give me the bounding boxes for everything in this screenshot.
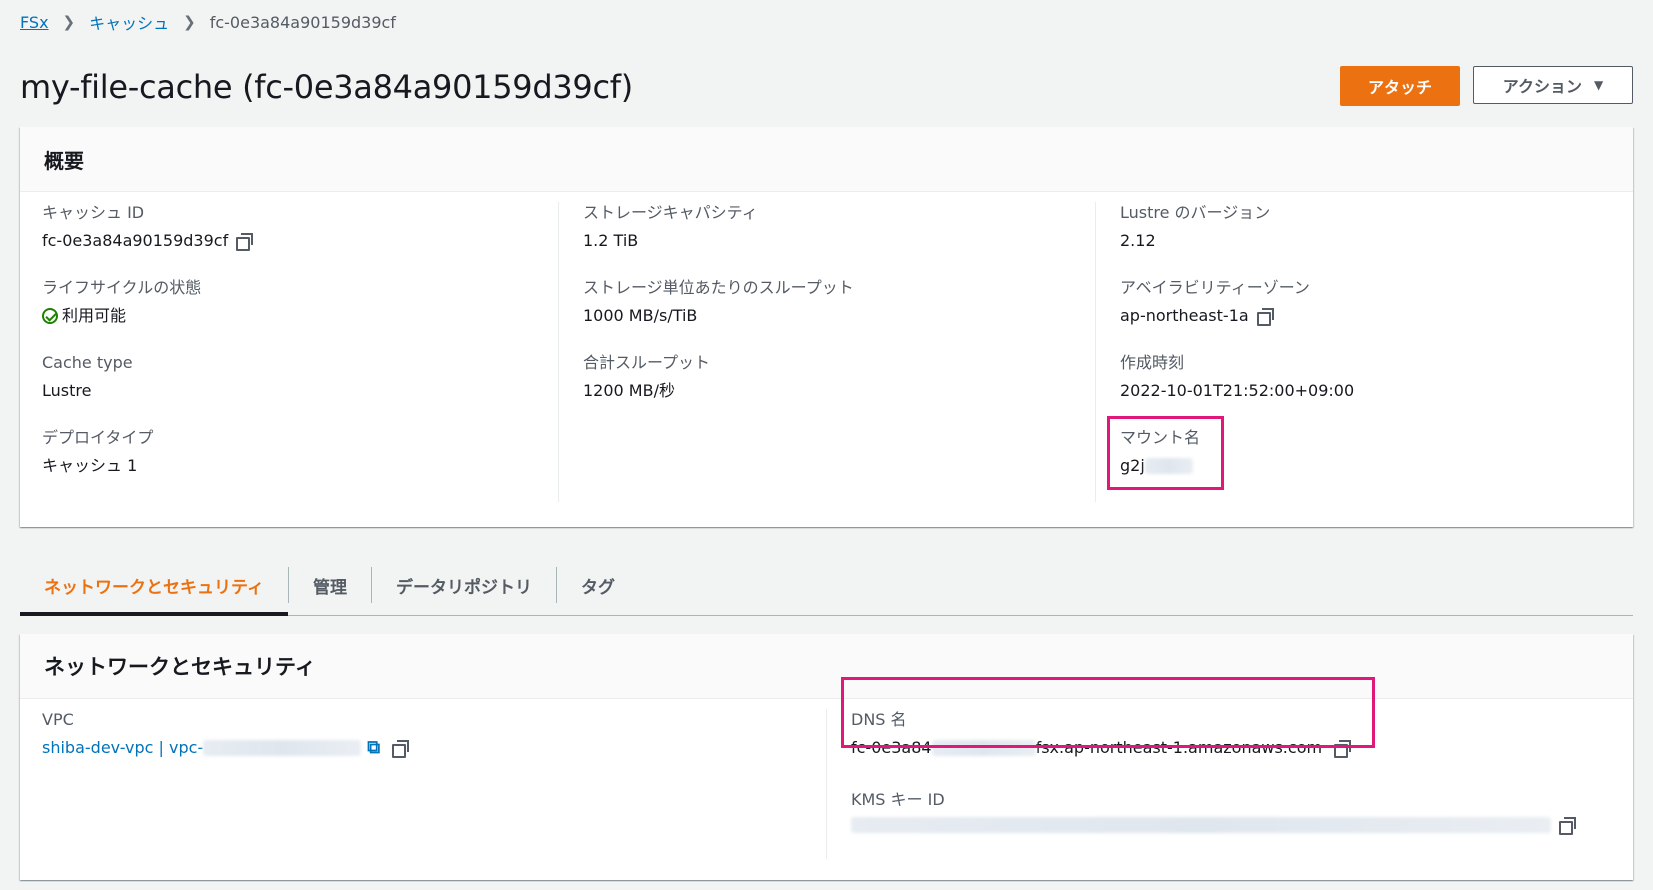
attach-button[interactable]: アタッチ — [1340, 66, 1460, 106]
column-divider — [558, 202, 559, 502]
status-success-icon — [42, 308, 58, 324]
page-title: my-file-cache (fc-0e3a84a90159d39cf) — [20, 68, 633, 106]
deploy-type-label: デプロイタイプ — [42, 428, 154, 447]
tab-network-security[interactable]: ネットワークとセキュリティ — [20, 555, 288, 616]
actions-dropdown-button[interactable]: アクション ▼ — [1473, 66, 1633, 104]
actions-button-label: アクション — [1502, 77, 1582, 96]
column-divider — [1095, 202, 1096, 502]
cache-id-value: fc-0e3a84a90159d39cf — [42, 231, 229, 250]
cache-id-label: キャッシュ ID — [42, 203, 145, 222]
copy-icon[interactable] — [392, 740, 410, 758]
external-link-icon[interactable]: ⧉ — [367, 737, 380, 759]
breadcrumb-current: fc-0e3a84a90159d39cf — [209, 12, 396, 32]
highlight-box — [841, 677, 1375, 748]
tab-management[interactable]: 管理 — [289, 555, 371, 615]
tab-tags[interactable]: タグ — [557, 555, 639, 615]
storage-capacity-field: ストレージキャパシティ 1.2 TiB — [583, 202, 758, 252]
breadcrumb: FSx ❯ キャッシュ ❯ fc-0e3a84a90159d39cf — [20, 10, 396, 34]
copy-icon[interactable] — [236, 233, 254, 251]
network-security-panel: ネットワークとセキュリティ VPC shiba-dev-vpc | vpc- ⧉… — [20, 634, 1633, 880]
throughput-per-unit-field: ストレージ単位あたりのスループット 1000 MB/s/TiB — [583, 277, 854, 327]
redacted-text — [203, 740, 362, 756]
availability-zone-field: アベイラビリティーゾーン ap-northeast-1a — [1120, 277, 1310, 327]
storage-capacity-value: 1.2 TiB — [583, 231, 639, 250]
deploy-type-value: キャッシュ 1 — [42, 456, 138, 475]
kms-key-field: KMS キー ID — [851, 789, 1576, 835]
cache-type-label: Cache type — [42, 353, 133, 372]
vpc-link[interactable]: shiba-dev-vpc | vpc- — [42, 737, 203, 759]
availability-zone-value: ap-northeast-1a — [1120, 306, 1249, 325]
copy-icon[interactable] — [1559, 817, 1576, 835]
network-header: ネットワークとセキュリティ — [20, 634, 1633, 699]
created-time-field: 作成時刻 2022-10-01T21:52:00+09:00 — [1120, 352, 1354, 402]
availability-zone-label: アベイラビリティーゾーン — [1120, 278, 1310, 297]
lustre-version-value: 2.12 — [1120, 231, 1156, 250]
throughput-per-unit-label: ストレージ単位あたりのスループット — [583, 278, 854, 297]
cache-type-value: Lustre — [42, 381, 92, 400]
lustre-version-label: Lustre のバージョン — [1120, 203, 1271, 222]
column-divider — [826, 709, 827, 859]
caret-down-icon: ▼ — [1593, 78, 1604, 92]
cache-type-field: Cache type Lustre — [42, 352, 133, 402]
breadcrumb-cache-link[interactable]: キャッシュ — [89, 10, 169, 34]
lifecycle-label: ライフサイクルの状態 — [42, 278, 202, 297]
created-time-value: 2022-10-01T21:52:00+09:00 — [1120, 381, 1355, 400]
lifecycle-value: 利用可能 — [62, 306, 127, 325]
throughput-per-unit-value: 1000 MB/s/TiB — [583, 306, 698, 325]
storage-capacity-label: ストレージキャパシティ — [583, 203, 758, 222]
breadcrumb-fsx-link[interactable]: FSx — [20, 13, 49, 32]
kms-key-label: KMS キー ID — [851, 790, 945, 809]
copy-icon[interactable] — [1256, 308, 1274, 326]
total-throughput-value: 1200 MB/秒 — [583, 381, 675, 400]
lustre-version-field: Lustre のバージョン 2.12 — [1120, 202, 1270, 252]
highlight-box — [1107, 416, 1224, 490]
vpc-label: VPC — [42, 710, 74, 729]
chevron-right-icon: ❯ — [62, 13, 76, 31]
summary-header: 概要 — [20, 127, 1633, 192]
summary-panel: 概要 キャッシュ ID fc-0e3a84a90159d39cf ライフサイクル… — [20, 127, 1633, 527]
redacted-text — [851, 817, 1551, 833]
total-throughput-label: 合計スループット — [583, 353, 711, 372]
created-time-label: 作成時刻 — [1120, 353, 1185, 372]
total-throughput-field: 合計スループット 1200 MB/秒 — [583, 352, 710, 402]
lifecycle-field: ライフサイクルの状態 利用可能 — [42, 277, 201, 327]
tab-bar: ネットワークとセキュリティ 管理 データリポジトリ タグ — [20, 555, 1633, 616]
deploy-type-field: デプロイタイプ キャッシュ 1 — [42, 427, 153, 477]
vpc-field: VPC shiba-dev-vpc | vpc- ⧉ — [42, 709, 410, 759]
tab-data-repository[interactable]: データリポジトリ — [372, 555, 556, 615]
cache-id-field: キャッシュ ID fc-0e3a84a90159d39cf — [42, 202, 254, 252]
chevron-right-icon: ❯ — [183, 13, 196, 31]
